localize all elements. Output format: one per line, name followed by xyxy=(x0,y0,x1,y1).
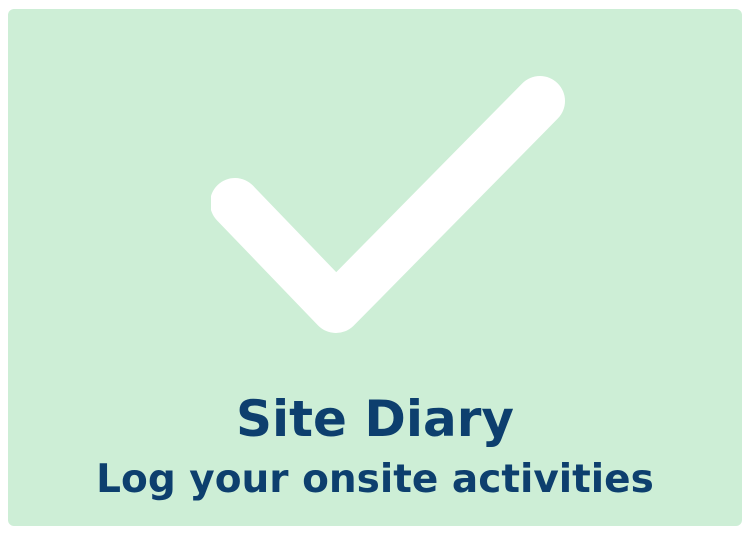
site-diary-tile[interactable]: Site Diary Log your onsite activities xyxy=(8,9,742,526)
tile-title: Site Diary xyxy=(235,390,514,448)
checkmark-icon xyxy=(211,76,565,333)
tile-subtitle: Log your onsite activities xyxy=(96,457,654,502)
